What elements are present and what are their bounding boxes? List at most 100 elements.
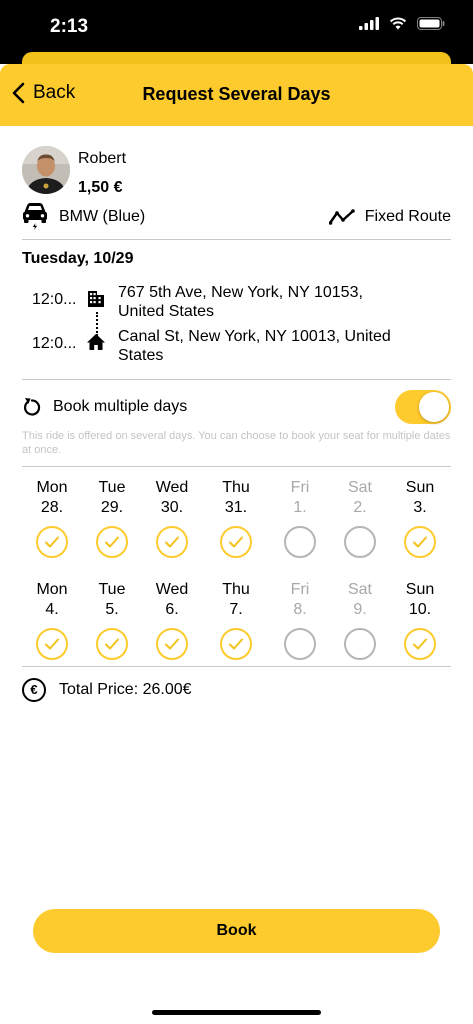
- day-cell: Mon 4.: [22, 580, 82, 660]
- battery-icon: [417, 17, 445, 30]
- route-icon: [328, 209, 355, 225]
- day-checkbox-checked[interactable]: [404, 628, 436, 660]
- multiple-days-hint: This ride is offered on several days. Yo…: [22, 430, 451, 456]
- driver-name: Robert: [78, 150, 127, 167]
- origin-time: 12:0...: [32, 291, 77, 308]
- checkmark-icon: [165, 536, 179, 548]
- destination-time: 12:0...: [32, 335, 77, 352]
- navigation-bar: Back Request Several Days: [0, 64, 473, 126]
- day-cell: Wed 30.: [142, 478, 202, 558]
- car-info: BMW (Blue) Fixed Route: [22, 202, 451, 230]
- euro-icon: €: [22, 678, 46, 702]
- checkmark-icon: [413, 638, 427, 650]
- day-number: 28.: [40, 499, 64, 516]
- checkmark-icon: [45, 638, 59, 650]
- day-checkbox: [344, 628, 376, 660]
- checkmark-icon: [413, 536, 427, 548]
- day-checkbox-checked[interactable]: [156, 526, 188, 558]
- day-number: 3.: [413, 499, 427, 516]
- day-name: Sun: [405, 479, 435, 496]
- day-checkbox-checked[interactable]: [36, 526, 68, 558]
- divider: [22, 239, 451, 240]
- day-cell: Tue 29.: [82, 478, 142, 558]
- car-label: BMW (Blue): [59, 208, 146, 225]
- day-checkbox-checked[interactable]: [404, 526, 436, 558]
- day-checkbox: [284, 526, 316, 558]
- day-number: 9.: [353, 601, 367, 618]
- day-name: Wed: [155, 479, 189, 496]
- day-name: Fri: [290, 479, 310, 496]
- divider: [22, 466, 451, 467]
- day-cell: Mon 28.: [22, 478, 82, 558]
- day-number: 5.: [105, 601, 119, 618]
- day-cell: Sat 9.: [330, 580, 390, 660]
- checkmark-icon: [105, 536, 119, 548]
- destination-address: Canal St, New York, NY 10013, United Sta…: [118, 328, 391, 364]
- day-number: 1.: [293, 499, 307, 516]
- status-bar: 2:13: [0, 0, 473, 72]
- checkmark-icon: [229, 536, 243, 548]
- day-cell: Thu 7.: [206, 580, 266, 660]
- day-name: Tue: [98, 479, 126, 496]
- day-name: Mon: [36, 581, 68, 598]
- day-cell: Wed 6.: [142, 580, 202, 660]
- day-cell: Fri 1.: [270, 478, 330, 558]
- day-name: Sat: [347, 581, 372, 598]
- signal-icon: [359, 17, 379, 30]
- page-title: Request Several Days: [142, 84, 331, 104]
- day-number: 2.: [353, 499, 367, 516]
- day-cell: Thu 31.: [206, 478, 266, 558]
- day-cell: Sat 2.: [330, 478, 390, 558]
- day-checkbox: [284, 628, 316, 660]
- day-name: Wed: [155, 581, 189, 598]
- day-cell: Fri 8.: [270, 580, 330, 660]
- day-number: 10.: [408, 601, 432, 618]
- day-name: Thu: [222, 581, 250, 598]
- day-number: 8.: [293, 601, 307, 618]
- driver-price: 1,50 €: [78, 179, 123, 196]
- book-multiple-days-label: Book multiple days: [53, 398, 188, 415]
- day-name: Mon: [36, 479, 68, 496]
- wifi-icon: [389, 17, 407, 30]
- destination-stop: 12:0... Canal St, New York, NY 10013, Un…: [32, 327, 451, 367]
- avatar[interactable]: [22, 146, 70, 194]
- route-type-label: Fixed Route: [364, 208, 451, 225]
- divider: [22, 666, 451, 667]
- week-row: Mon 4. Tue 5. Wed 6. Thu 7. Fri 8. Sat 9. Sun 10.: [22, 580, 451, 670]
- day-checkbox-checked[interactable]: [220, 526, 252, 558]
- week-row: Mon 28. Tue 29. Wed 30. Thu 31. Fri 1. Sat 2. Sun 3.: [22, 478, 451, 568]
- day-checkbox-checked[interactable]: [156, 628, 188, 660]
- day-checkbox-checked[interactable]: [220, 628, 252, 660]
- refresh-icon: [23, 398, 41, 416]
- day-number: 4.: [45, 601, 59, 618]
- checkmark-icon: [45, 536, 59, 548]
- status-icons: [359, 17, 445, 30]
- day-checkbox-checked[interactable]: [96, 628, 128, 660]
- car-icon: [23, 203, 47, 230]
- book-multiple-days-row: Book multiple days: [22, 388, 451, 424]
- day-checkbox: [344, 526, 376, 558]
- day-checkbox-checked[interactable]: [36, 628, 68, 660]
- day-cell: Tue 5.: [82, 580, 142, 660]
- divider: [22, 379, 451, 380]
- day-checkbox-checked[interactable]: [96, 526, 128, 558]
- origin-address: 767 5th Ave, New York, NY 10153, United …: [118, 284, 363, 320]
- origin-stop: 12:0... 767 5th Ave, New York, NY 10153,…: [32, 283, 451, 323]
- book-button[interactable]: Book: [33, 909, 440, 953]
- day-name: Sun: [405, 581, 435, 598]
- checkmark-icon: [165, 638, 179, 650]
- day-number: 31.: [224, 499, 248, 516]
- day-name: Tue: [98, 581, 126, 598]
- trip-date: Tuesday, 10/29: [22, 250, 134, 267]
- day-number: 7.: [229, 601, 243, 618]
- total-price-label: Total Price: 26.00€: [59, 681, 192, 698]
- day-cell: Sun 3.: [390, 478, 450, 558]
- home-icon: [87, 334, 105, 350]
- day-cell: Sun 10.: [390, 580, 450, 660]
- checkmark-icon: [105, 638, 119, 650]
- day-number: 6.: [165, 601, 179, 618]
- day-number: 30.: [160, 499, 184, 516]
- driver-info: Robert 1,50 €: [22, 146, 451, 196]
- book-multiple-days-toggle[interactable]: [395, 390, 451, 424]
- home-indicator: [152, 1010, 321, 1015]
